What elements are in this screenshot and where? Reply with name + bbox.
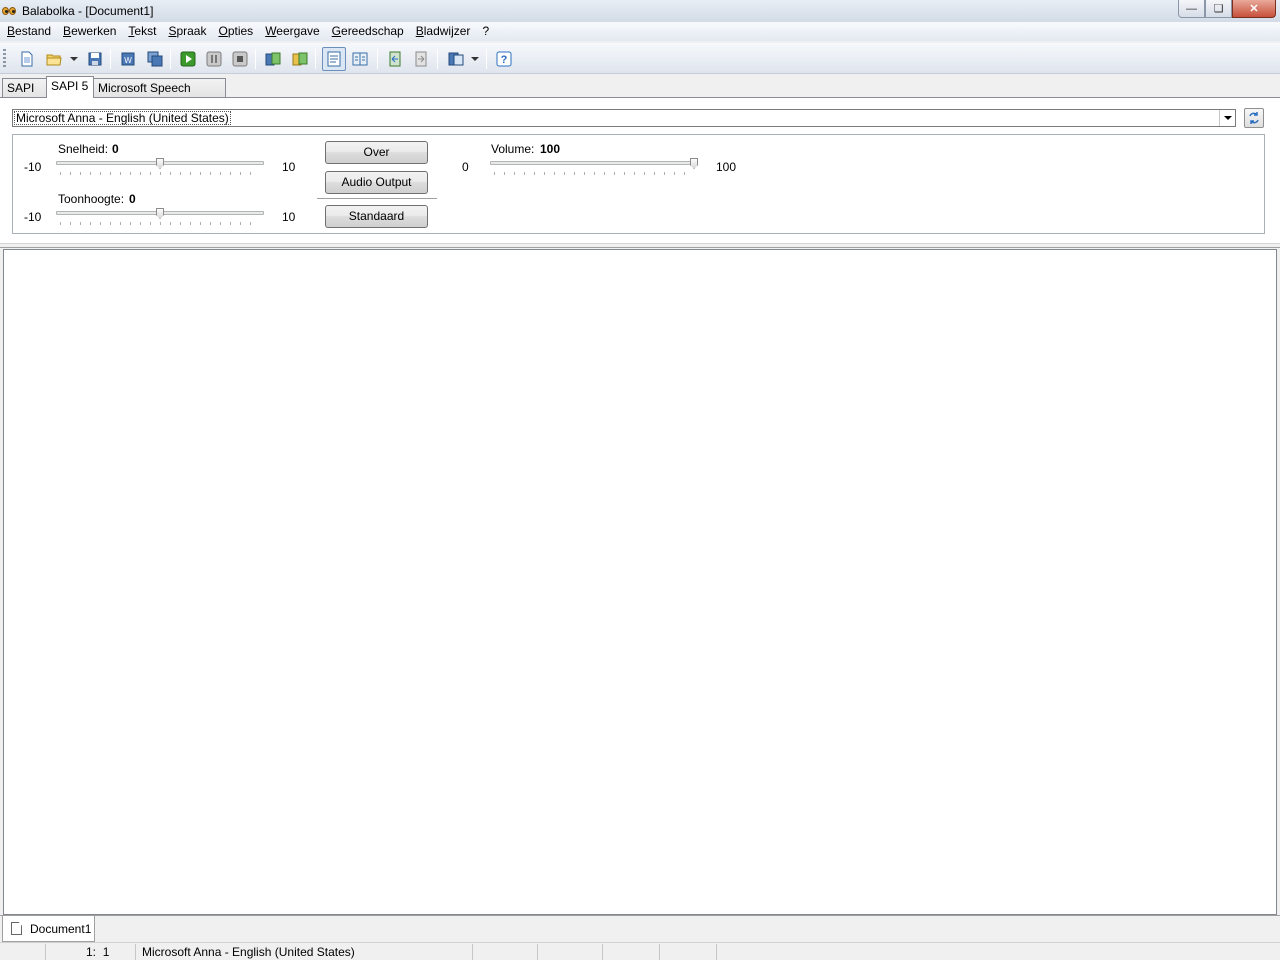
voice-select-value: Microsoft Anna - English (United States) (16, 111, 229, 125)
rate-slider-thumb[interactable] (156, 158, 164, 169)
status-line: 1: (86, 945, 97, 959)
new-document-icon[interactable] (18, 50, 36, 68)
menu-gereedschap[interactable]: Gereedschap (326, 22, 410, 41)
balabolka-logo-icon (2, 3, 18, 19)
tab-sapi4[interactable]: SAPI 4 (2, 78, 47, 113)
svg-text:?: ? (501, 54, 508, 66)
menu-weergave[interactable]: Weergave (259, 22, 325, 41)
status-cell-empty (0, 944, 46, 960)
clipboard-dropdown-icon[interactable] (471, 57, 479, 61)
status-position: 1: 1 (46, 944, 136, 960)
status-column: 1 (102, 945, 110, 959)
split-view-icon[interactable] (351, 50, 369, 68)
pitch-label: Toonhoogte: (58, 192, 125, 206)
volume-slider-thumb[interactable] (690, 158, 698, 169)
menu-spraak[interactable]: Spraak (162, 22, 212, 41)
window-title: Balabolka - [Document1] (22, 4, 154, 18)
text-view-icon[interactable] (322, 47, 346, 71)
chevron-down-icon[interactable] (1219, 110, 1235, 126)
menu-bar: Bestand Bewerken Tekst Spraak Opties Wee… (0, 22, 1280, 41)
svg-text:W: W (124, 56, 132, 65)
pitch-min: -10 (24, 210, 42, 224)
tab-speech-platform[interactable]: Microsoft Speech Platform (93, 78, 226, 113)
next-bookmark-icon[interactable] (291, 50, 309, 68)
pitch-slider[interactable] (56, 208, 264, 233)
menu-opties[interactable]: Opties (212, 22, 259, 41)
close-button[interactable]: ✕ (1232, 0, 1276, 18)
rate-label: Snelheid: (58, 142, 109, 156)
menu-tekst[interactable]: Tekst (122, 22, 162, 41)
voice-select[interactable]: Microsoft Anna - English (United States) (12, 109, 1236, 127)
rate-slider[interactable] (56, 158, 264, 183)
status-bar: 1: 1 Microsoft Anna - English (United St… (0, 942, 1280, 960)
stop-icon[interactable] (231, 50, 249, 68)
previous-voice-icon[interactable] (386, 50, 404, 68)
refresh-voices-button[interactable] (1244, 108, 1264, 128)
menu-bestand[interactable]: Bestand (1, 22, 57, 41)
play-icon[interactable] (179, 50, 197, 68)
clipboard-reader-icon[interactable] (447, 50, 465, 68)
restore-button[interactable]: ❏ (1205, 0, 1232, 18)
engine-tabs: SAPI 4 SAPI 5 Microsoft Speech Platform (0, 76, 1280, 113)
volume-max: 100 (716, 160, 737, 174)
pitch-value: 0 (129, 192, 136, 206)
rate-value: 0 (112, 142, 119, 156)
prev-bookmark-icon[interactable] (264, 50, 282, 68)
button-divider (317, 198, 437, 199)
status-cell-4 (603, 944, 660, 960)
help-icon[interactable]: ? (495, 50, 513, 68)
volume-value: 100 (540, 142, 561, 156)
tab-document1-label: Document1 (30, 921, 92, 936)
document-icon (11, 922, 22, 935)
volume-min: 0 (462, 160, 469, 174)
menu-bewerken[interactable]: Bewerken (57, 22, 122, 41)
rate-max: 10 (282, 160, 296, 174)
about-button[interactable]: Over (325, 141, 428, 164)
status-cell-5 (660, 944, 717, 960)
status-cell-3 (538, 944, 603, 960)
volume-slider[interactable] (490, 158, 698, 183)
pause-icon[interactable] (205, 50, 223, 68)
menu-bladwijzer[interactable]: Bladwijzer (410, 22, 477, 41)
batch-convert-icon[interactable] (146, 50, 164, 68)
status-cell-2 (473, 944, 538, 960)
toolbar-grip[interactable] (3, 49, 6, 69)
minimize-button[interactable]: — (1178, 0, 1205, 18)
tab-document1[interactable]: Document1 (2, 916, 95, 942)
title-bar: Balabolka - [Document1] — ❏ ✕ (0, 0, 1280, 22)
save-audio-icon[interactable]: W (119, 50, 137, 68)
audio-output-button[interactable]: Audio Output (325, 171, 428, 194)
toolbar: W ? (0, 43, 1280, 74)
status-voice: Microsoft Anna - English (United States) (136, 944, 473, 960)
save-icon[interactable] (86, 50, 104, 68)
menu-help[interactable]: ? (476, 22, 495, 41)
rate-min: -10 (24, 160, 42, 174)
refresh-icon (1249, 112, 1259, 124)
default-button[interactable]: Standaard (325, 205, 428, 228)
open-dropdown-icon[interactable] (70, 57, 78, 61)
pitch-slider-thumb[interactable] (156, 208, 164, 219)
open-folder-icon[interactable] (45, 50, 63, 68)
pitch-max: 10 (282, 210, 296, 224)
text-editor[interactable] (3, 249, 1277, 915)
tab-sapi5[interactable]: SAPI 5 (46, 76, 94, 98)
next-voice-icon[interactable] (412, 50, 430, 68)
document-tabs: Document1 (0, 915, 1280, 942)
panel-splitter[interactable] (0, 243, 1280, 248)
volume-label: Volume: (491, 142, 535, 156)
